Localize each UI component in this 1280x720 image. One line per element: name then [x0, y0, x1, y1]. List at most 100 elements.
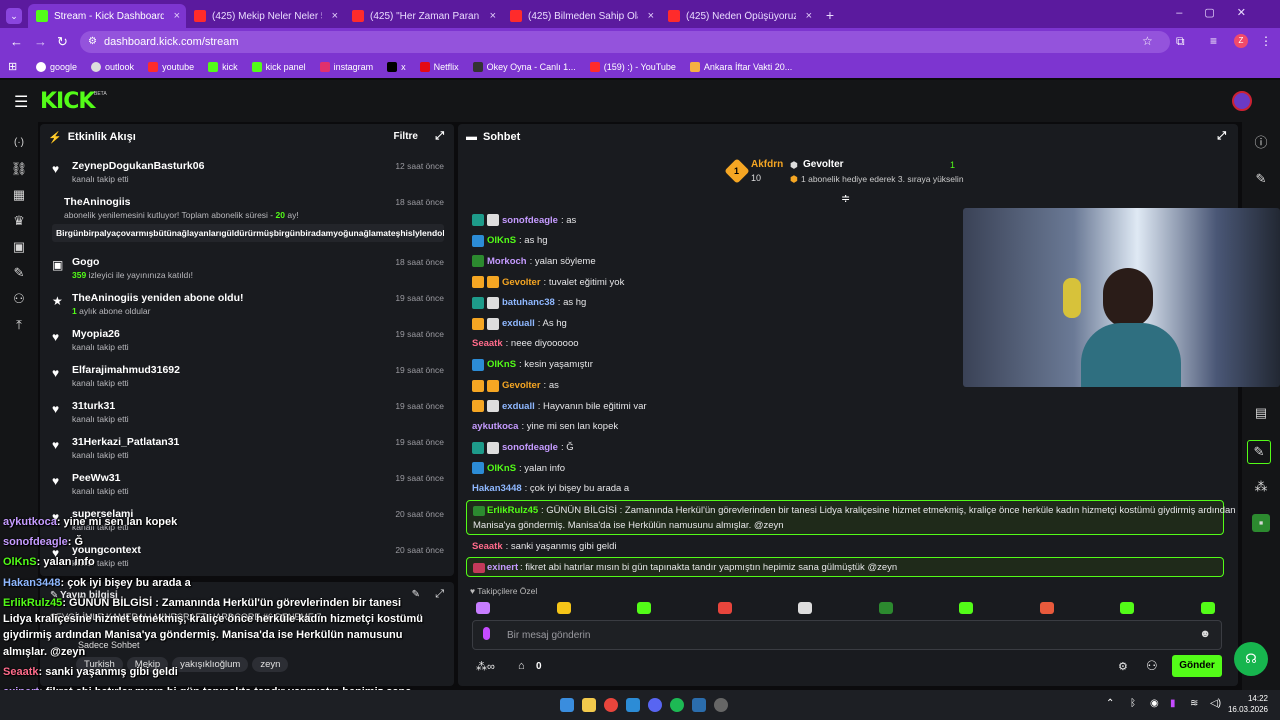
- start-icon[interactable]: [560, 698, 574, 712]
- tab-menu-button[interactable]: ⌄: [0, 4, 28, 28]
- kick-logo[interactable]: KICK: [40, 89, 95, 114]
- close-icon[interactable]: ×: [174, 10, 180, 22]
- steam-tray-icon[interactable]: ◉: [1150, 698, 1159, 709]
- analytics-icon[interactable]: ▦: [10, 186, 28, 204]
- bookmark-outlook[interactable]: outlook: [91, 62, 134, 72]
- upload-icon[interactable]: ⤒: [10, 316, 28, 334]
- extensions-icon[interactable]: ⧉: [1176, 34, 1185, 49]
- username[interactable]: Gevolter: [502, 380, 541, 391]
- close-icon[interactable]: ×: [490, 10, 496, 22]
- username[interactable]: exduall: [502, 401, 535, 412]
- chrome-icon[interactable]: [604, 698, 618, 712]
- microphone-icon[interactable]: [483, 627, 490, 640]
- bluetooth-icon[interactable]: ᛒ: [1130, 698, 1136, 709]
- clock-date[interactable]: 16.03.2026: [1226, 705, 1268, 714]
- user-avatar[interactable]: [1232, 91, 1252, 111]
- bookmark-kick[interactable]: kick: [208, 62, 238, 72]
- site-info-icon[interactable]: ⚙: [88, 31, 97, 53]
- emote-icon[interactable]: [1120, 602, 1134, 614]
- username[interactable]: OlKnS: [487, 463, 516, 474]
- profile-avatar[interactable]: Z: [1234, 34, 1248, 48]
- username[interactable]: exinert: [487, 562, 518, 573]
- channel-points-icon[interactable]: ⁂∞: [476, 660, 495, 673]
- username[interactable]: Morkoch: [487, 256, 527, 267]
- microphone-tray-icon[interactable]: ▮: [1170, 698, 1176, 709]
- file-explorer-icon[interactable]: [582, 698, 596, 712]
- edit-icon[interactable]: ✎: [412, 589, 420, 600]
- settings-icon[interactable]: ⚙: [1118, 660, 1128, 673]
- username[interactable]: sonofdeagle: [502, 215, 558, 226]
- send-button[interactable]: Gönder: [1172, 655, 1222, 677]
- event-title[interactable]: PeeWw31: [72, 472, 120, 484]
- panel-icon[interactable]: ▤: [1252, 404, 1270, 422]
- wrench-icon[interactable]: ✎: [10, 264, 28, 282]
- back-icon[interactable]: ←: [10, 34, 23, 49]
- info-icon[interactable]: ⓘ: [1252, 134, 1270, 152]
- username[interactable]: sonofdeagle: [502, 442, 558, 453]
- bookmark-youtube-2[interactable]: (159) :) - YouTube: [589, 62, 676, 72]
- username[interactable]: batuhanc38: [502, 297, 555, 308]
- event-title[interactable]: 31Herkazi_Patlatan31: [72, 436, 179, 448]
- username[interactable]: OlKnS: [487, 235, 516, 246]
- emote-icon[interactable]: [476, 602, 490, 614]
- close-icon[interactable]: ×: [332, 10, 338, 22]
- apps-icon[interactable]: ⊞: [8, 60, 17, 73]
- emote-icon[interactable]: [959, 602, 973, 614]
- forward-icon[interactable]: →: [34, 34, 47, 49]
- link-icon[interactable]: ⛓: [10, 160, 28, 178]
- username[interactable]: Seaatk: [472, 541, 503, 552]
- app-badge-icon[interactable]: ▪: [1252, 514, 1270, 532]
- menu-icon[interactable]: ⋮: [1260, 34, 1272, 48]
- event-title[interactable]: TheAninogiis: [64, 196, 131, 208]
- emote-icon[interactable]: [717, 602, 732, 614]
- username[interactable]: aykutkoca: [472, 421, 518, 432]
- username[interactable]: OlKnS: [487, 359, 516, 370]
- popout-icon[interactable]: ⤢: [435, 130, 444, 143]
- apps-icon[interactable]: ⁂: [1252, 478, 1270, 496]
- star-icon[interactable]: ☆: [1142, 34, 1153, 48]
- media-icon[interactable]: ≡: [1210, 34, 1217, 48]
- clock-time[interactable]: 14:22: [1236, 694, 1268, 703]
- username[interactable]: Seaatk: [472, 338, 503, 349]
- steam-2-icon[interactable]: [692, 698, 706, 712]
- emote-icon[interactable]: [798, 602, 812, 614]
- bookmark-google[interactable]: google: [36, 62, 77, 72]
- popout-icon[interactable]: ⤢: [435, 588, 444, 601]
- emoji-icon[interactable]: ☻: [1199, 628, 1211, 640]
- emote-icon[interactable]: [1200, 602, 1215, 614]
- event-title[interactable]: Gogo: [72, 256, 99, 268]
- bookmark-kick-panel[interactable]: kick panel: [251, 62, 306, 72]
- url-field[interactable]: ⚙ dashboard.kick.com/stream: [80, 31, 1170, 53]
- store-icon[interactable]: ⌂: [518, 660, 525, 672]
- steam-icon[interactable]: [626, 698, 640, 712]
- broadcast-icon[interactable]: (·): [10, 134, 28, 152]
- username[interactable]: Gevolter: [502, 277, 541, 288]
- window-controls[interactable]: –▢✕: [1176, 6, 1268, 19]
- bookmark-iftar[interactable]: Ankara İftar Vakti 20...: [689, 62, 792, 72]
- edit-icon[interactable]: ✎: [1252, 170, 1270, 188]
- volume-icon[interactable]: ◁): [1210, 698, 1221, 709]
- emote-icon[interactable]: [637, 602, 651, 614]
- filter-button[interactable]: Filtre: [394, 131, 418, 142]
- event-title[interactable]: TheAninogiis yeniden abone oldu!: [72, 292, 244, 304]
- discord-icon[interactable]: [648, 698, 662, 712]
- username[interactable]: exduall: [502, 318, 535, 329]
- tab-youtube-4[interactable]: (425) Neden Öpüşüyoruz? - You ×: [660, 4, 818, 28]
- bookmark-x[interactable]: x: [387, 62, 406, 72]
- tab-youtube-2[interactable]: (425) "Her Zaman Paran Olsun" ×: [344, 4, 502, 28]
- bookmark-okey[interactable]: Okey Oyna - Canlı 1...: [472, 62, 576, 72]
- tab-kick-dashboard[interactable]: Stream - Kick Dashboard ×: [28, 4, 186, 28]
- video-icon[interactable]: ▣: [10, 238, 28, 256]
- event-title[interactable]: Elfarajimahmud31692: [72, 364, 180, 376]
- message-input[interactable]: Bir mesaj gönderin ☻: [472, 620, 1222, 650]
- emote-icon[interactable]: [1039, 602, 1054, 614]
- event-title[interactable]: Myopia26: [72, 328, 120, 340]
- username[interactable]: ErlikRulz45: [487, 505, 538, 516]
- event-title[interactable]: 31turk31: [72, 400, 115, 412]
- new-tab-button[interactable]: +: [818, 4, 842, 28]
- headset-support-button[interactable]: ☊: [1234, 642, 1268, 676]
- tab-youtube-3[interactable]: (425) Bilmeden Sahip Olabilece ×: [502, 4, 660, 28]
- tab-youtube-1[interactable]: (425) Mekip Neler Neler 54.Bölü ×: [186, 4, 344, 28]
- tray-chevron-icon[interactable]: ⌃: [1106, 698, 1114, 709]
- reload-icon[interactable]: ↻: [57, 34, 68, 50]
